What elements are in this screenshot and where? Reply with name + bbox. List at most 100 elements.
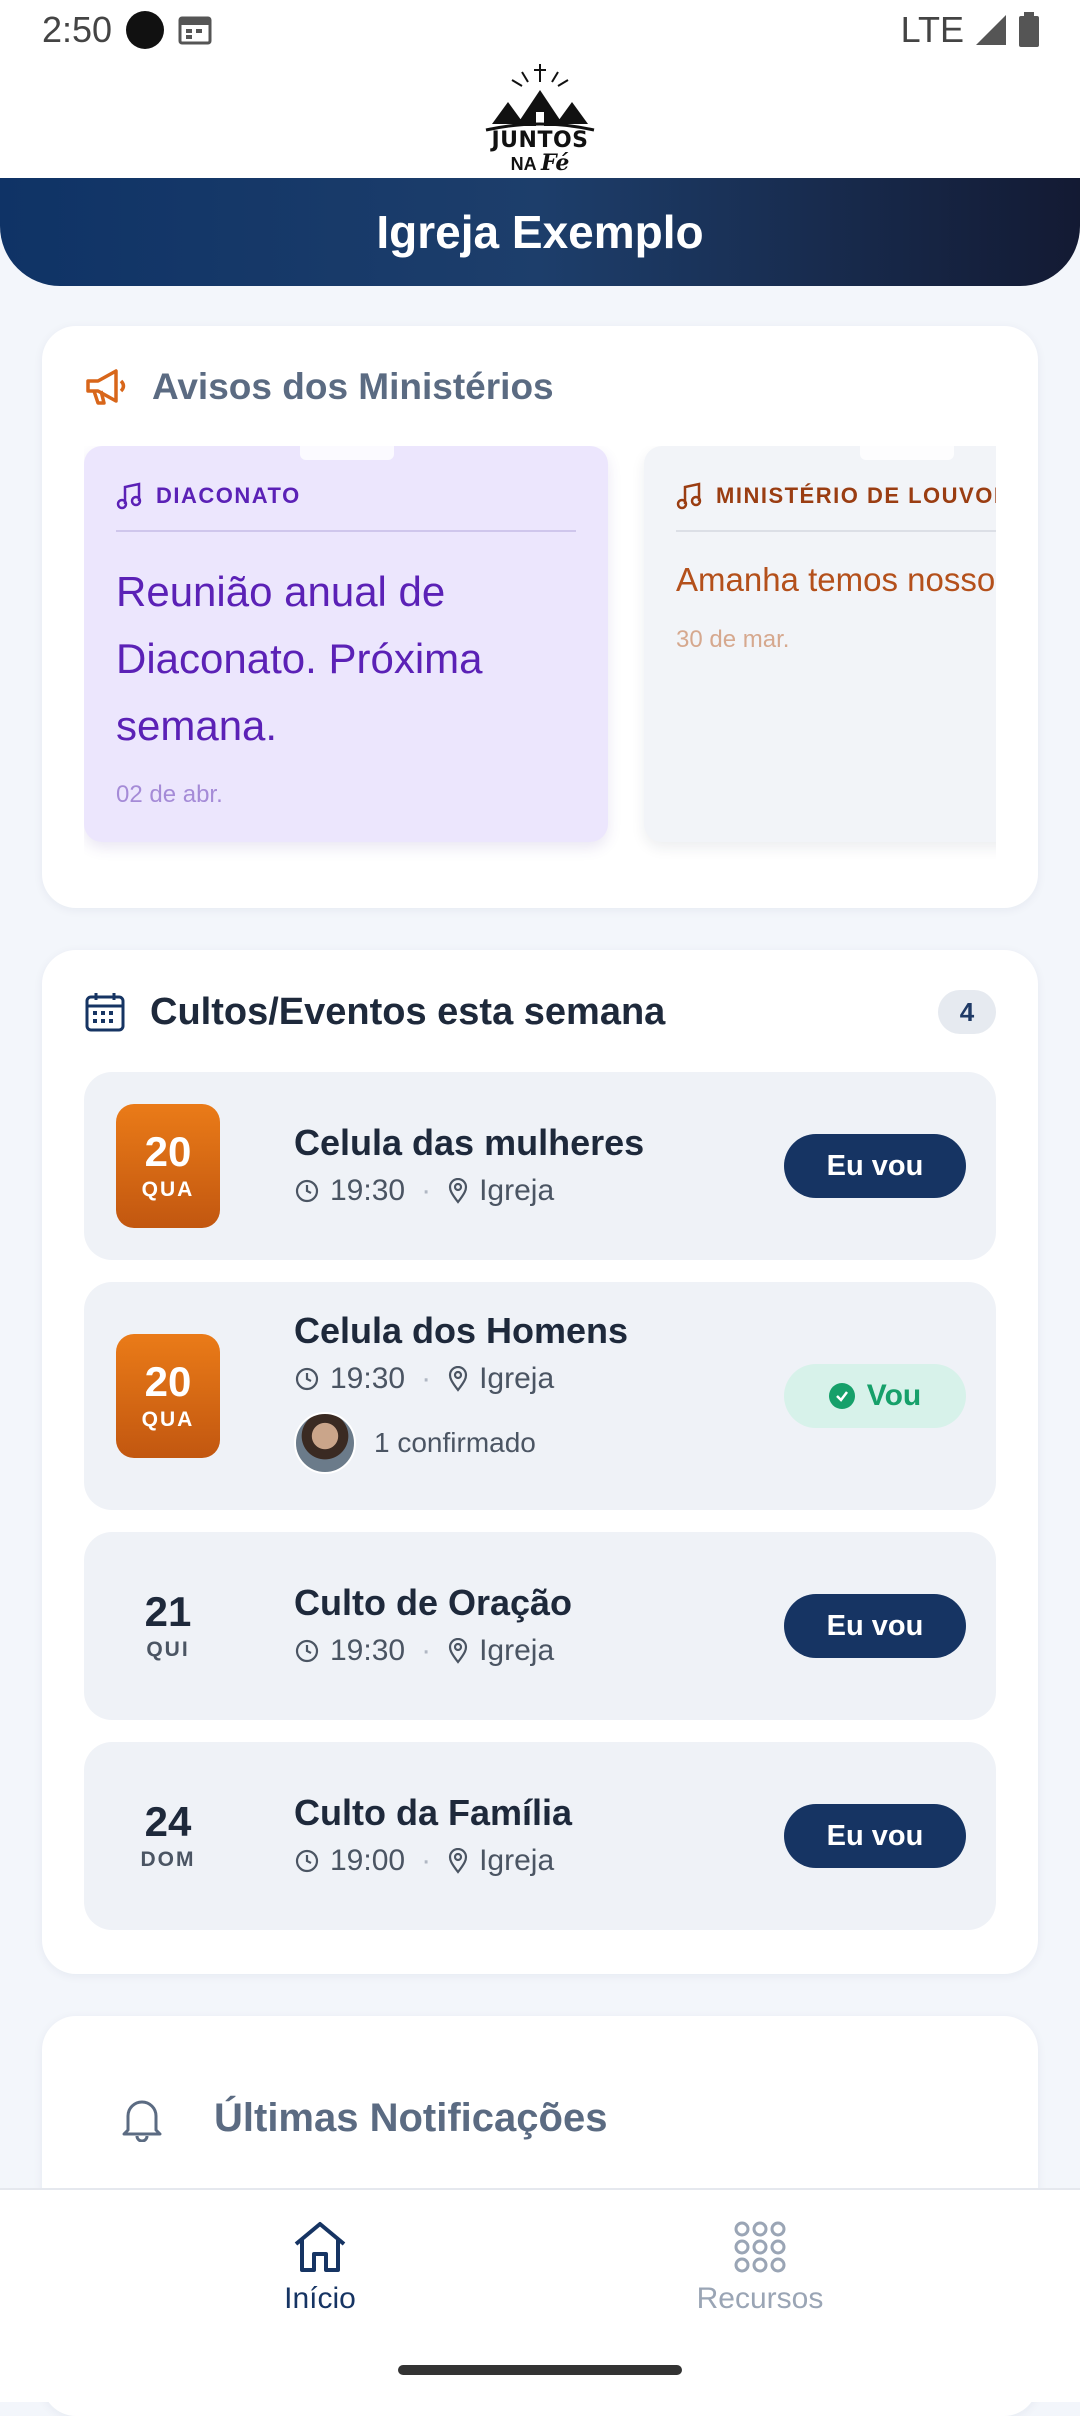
event-info: Culto da Família 19:00 · Igreja (294, 1792, 572, 1878)
clock-icon (295, 1367, 319, 1391)
logo-subtitle: NA Fé (510, 150, 570, 176)
event-row[interactable]: 24 DOM Culto da Família 19:00 · Igreja E… (84, 1742, 996, 1930)
notice-date: 30 de mar. (676, 626, 790, 653)
event-row[interactable]: 20 QUA Celula dos Homens 19:30 · Igreja … (84, 1282, 996, 1510)
weekly-events-card: Cultos/Eventos esta semana 4 20 QUA Celu… (42, 950, 1038, 1974)
event-name: Culto de Oração (294, 1582, 573, 1623)
event-meta: 19:00 · Igreja (294, 1844, 572, 1878)
location-pin-icon (448, 1178, 468, 1204)
event-meta: 19:30 · Igreja (294, 1174, 644, 1208)
location-pin-icon (448, 1366, 468, 1392)
notices-title: Avisos dos Ministérios (152, 366, 554, 407)
event-name: Culto da Família (294, 1792, 573, 1833)
meta-separator: · (421, 1634, 432, 1667)
event-date-chip: 20 QUA (116, 1104, 220, 1228)
home-indicator[interactable] (398, 2365, 682, 2375)
battery-icon (1019, 12, 1039, 47)
notices-carousel[interactable]: DIACONATO Reunião anual de Diaconato. Pr… (84, 446, 996, 866)
calendar-notification-icon (178, 16, 212, 45)
notices-header: Avisos dos Ministérios (84, 366, 554, 408)
music-note-icon (676, 482, 702, 510)
calendar-icon (85, 993, 125, 1032)
event-date-chip: 20 QUA (116, 1334, 220, 1458)
confirmed-count: 1 confirmado (374, 1427, 536, 1458)
clock-icon (295, 1849, 319, 1873)
app-header: JUNTOS NA Fé (0, 60, 1080, 180)
notice-ministry: MINISTÉRIO DE LOUVOR (716, 483, 996, 508)
event-day: 24 (144, 1798, 192, 1845)
location-pin-icon (448, 1638, 468, 1664)
nav-home[interactable]: Início (170, 2220, 470, 2316)
signal-icon (976, 15, 1006, 45)
event-place: Igreja (479, 1174, 555, 1207)
event-info: Celula das mulheres 19:30 · Igreja (294, 1122, 644, 1208)
event-day: 20 (144, 1358, 192, 1405)
event-day: 20 (144, 1128, 192, 1175)
clock-icon (295, 1639, 319, 1663)
event-info: Celula dos Homens 19:30 · Igreja 1 confi… (294, 1310, 628, 1474)
event-date-chip: 24 DOM (116, 1774, 220, 1898)
going-label: Vou (866, 1379, 922, 1412)
event-weekday: QUI (146, 1638, 190, 1661)
notice-text: Reunião anual de Diaconato. Próxima sema… (116, 568, 483, 749)
meta-separator: · (421, 1844, 432, 1877)
event-place: Igreja (479, 1634, 555, 1667)
nav-resources[interactable]: Recursos (610, 2220, 910, 2316)
avatar (294, 1412, 356, 1474)
megaphone-icon (86, 369, 126, 405)
event-weekday: QUA (141, 1178, 195, 1201)
notice-ministry-header: DIACONATO (116, 482, 576, 532)
nav-home-label: Início (284, 2282, 356, 2315)
church-logo-icon (485, 64, 595, 132)
nav-resources-label: Recursos (696, 2282, 824, 2315)
notice-date: 02 de abr. (116, 781, 223, 808)
event-row[interactable]: 20 QUA Celula das mulheres 19:30 · Igrej… (84, 1072, 996, 1260)
church-banner: Igreja Exemplo (0, 178, 1080, 286)
meta-separator: · (421, 1362, 432, 1395)
notice-pin-tab (860, 446, 954, 460)
events-count-badge: 4 (938, 990, 996, 1034)
notifications-header: Últimas Notificações (120, 2094, 607, 2142)
event-weekday: QUA (141, 1408, 195, 1431)
clock-icon (295, 1179, 319, 1203)
home-icon (294, 2222, 346, 2272)
event-place: Igreja (479, 1844, 555, 1877)
network-label: LTE (900, 9, 964, 50)
event-name: Celula dos Homens (294, 1310, 629, 1351)
notice-card-diaconato[interactable]: DIACONATO Reunião anual de Diaconato. Pr… (84, 446, 608, 842)
grid-apps-icon (734, 2221, 786, 2273)
event-info: Culto de Oração 19:30 · Igreja (294, 1582, 572, 1668)
attend-button[interactable]: Eu vou (784, 1134, 966, 1198)
events-header: Cultos/Eventos esta semana 4 (84, 990, 996, 1034)
events-title: Cultos/Eventos esta semana (150, 990, 666, 1033)
event-weekday: DOM (140, 1848, 196, 1871)
notifications-title: Últimas Notificações (214, 2095, 608, 2140)
check-circle-icon (828, 1383, 855, 1409)
event-time: 19:00 (330, 1844, 406, 1877)
status-bar: 2:50 LTE (0, 0, 1080, 60)
going-status-button[interactable]: Vou (784, 1364, 966, 1428)
recording-dot-icon (126, 11, 165, 49)
event-place: Igreja (479, 1362, 555, 1395)
event-time: 19:30 (330, 1174, 406, 1207)
event-time: 19:30 (330, 1634, 406, 1667)
notice-ministry: DIACONATO (156, 483, 301, 508)
event-meta: 19:30 · Igreja (294, 1362, 628, 1396)
attend-button[interactable]: Eu vou (784, 1804, 966, 1868)
attend-button[interactable]: Eu vou (784, 1594, 966, 1658)
notice-card-louvor[interactable]: MINISTÉRIO DE LOUVOR Amanha temos nosso … (644, 446, 996, 842)
logo-title: JUNTOS (491, 128, 589, 153)
music-note-icon (116, 482, 142, 510)
meta-separator: · (421, 1174, 432, 1207)
event-row[interactable]: 21 QUI Culto de Oração 19:30 · Igreja Eu… (84, 1532, 996, 1720)
notice-ministry-header: MINISTÉRIO DE LOUVOR (676, 482, 996, 532)
event-time: 19:30 (330, 1362, 406, 1395)
notice-pin-tab (300, 446, 394, 460)
attendees-row: 1 confirmado (294, 1412, 628, 1474)
notice-text: Amanha temos nosso (676, 561, 996, 598)
location-pin-icon (448, 1848, 468, 1874)
ministry-notices-card: Avisos dos Ministérios DIACONATO Reunião… (42, 326, 1038, 908)
bell-icon (122, 2100, 162, 2142)
event-name: Celula das mulheres (294, 1122, 645, 1163)
event-meta: 19:30 · Igreja (294, 1634, 572, 1668)
